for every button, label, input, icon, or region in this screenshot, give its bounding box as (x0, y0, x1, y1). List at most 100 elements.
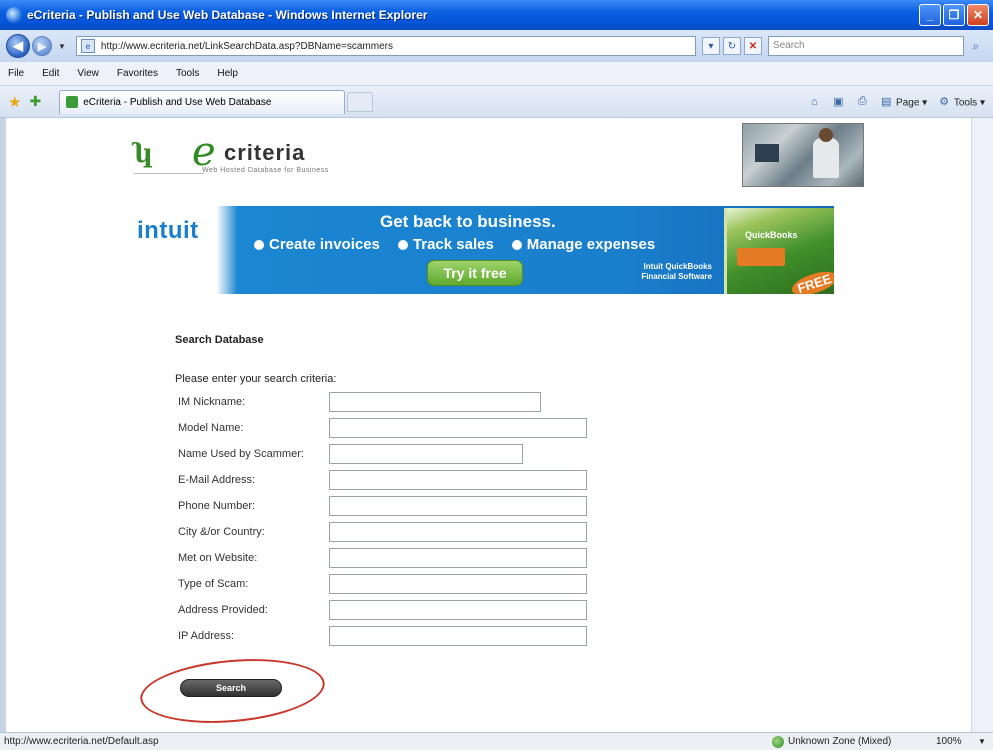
banner-product: Intuit QuickBooks Financial Software (612, 262, 712, 282)
address-dropdown-icon[interactable]: ▾ (701, 37, 720, 55)
forward-button[interactable]: ▶ (32, 36, 52, 56)
maximize-button[interactable]: ❐ (943, 4, 965, 26)
tab-bar: ★ ✚ eCriteria - Publish and Use Web Data… (0, 86, 993, 118)
photo-head (819, 128, 833, 142)
field-label: Name Used by Scammer: (178, 448, 304, 460)
address-tools: ▾ ↻ ✕ (701, 37, 762, 55)
phone-field[interactable] (329, 496, 587, 516)
close-button[interactable]: ✕ (967, 4, 989, 26)
free-badge: FREE (789, 267, 834, 294)
photo-person (813, 138, 839, 178)
field-label: IP Address: (178, 630, 235, 642)
model-name-field[interactable] (329, 418, 587, 438)
home-icon[interactable]: ⌂ (807, 95, 821, 109)
page-menu-label: Page (896, 97, 920, 108)
menu-bar: File Edit View Favorites Tools Help (0, 62, 993, 86)
im-nickname-field[interactable] (329, 392, 541, 412)
intuit-logo: intuit (137, 217, 199, 244)
address-toolbar: ◀ ▶ ▼ e http://www.ecriteria.net/LinkSea… (0, 30, 993, 62)
field-label: E-Mail Address: (178, 474, 256, 486)
field-label: Model Name: (178, 422, 244, 434)
address-field[interactable]: e http://www.ecriteria.net/LinkSearchDat… (75, 36, 696, 56)
form-intro: Please enter your search criteria: (175, 373, 337, 385)
status-link: http://www.ecriteria.net/Default.asp (4, 736, 159, 747)
menu-edit[interactable]: Edit (33, 68, 68, 79)
back-button[interactable]: ◀ (6, 34, 30, 58)
menu-view[interactable]: View (68, 68, 108, 79)
window-titlebar: eCriteria - Publish and Use Web Database… (0, 0, 993, 30)
globe-icon (772, 735, 784, 748)
menu-file[interactable]: File (0, 68, 33, 79)
vertical-scrollbar[interactable] (971, 118, 993, 732)
field-label: Met on Website: (178, 552, 258, 564)
scam-type-field[interactable] (329, 574, 587, 594)
internet-explorer-icon (6, 7, 22, 23)
refresh-icon[interactable]: ↻ (722, 37, 741, 55)
history-dropdown-icon[interactable]: ▼ (58, 42, 66, 51)
address-provided-field[interactable] (329, 600, 587, 620)
add-favorites-icon[interactable]: ✚ (29, 93, 41, 110)
feature-label: Track sales (412, 236, 494, 253)
field-label: Phone Number: (178, 500, 256, 512)
page-menu[interactable]: ▤ Page ▾ (879, 95, 927, 109)
menu-help[interactable]: Help (208, 68, 247, 79)
minimize-button[interactable]: _ (919, 4, 941, 26)
logo-divider (134, 173, 204, 174)
logo-tagline: Web Hosted Database for Business (202, 167, 329, 174)
address-url: http://www.ecriteria.net/LinkSearchData.… (100, 40, 393, 52)
city-country-field[interactable] (329, 522, 587, 542)
site-favicon-icon (66, 96, 79, 108)
new-tab-button[interactable] (347, 91, 374, 112)
scammer-name-field[interactable] (329, 444, 523, 464)
field-label: IM Nickname: (178, 396, 246, 408)
zoom-level[interactable]: 100% (936, 736, 962, 747)
stop-icon[interactable]: ✕ (743, 37, 762, 55)
security-zone[interactable]: Unknown Zone (Mixed) (772, 735, 892, 748)
tools-menu-label: Tools (953, 97, 978, 108)
ip-address-field[interactable] (329, 626, 587, 646)
quickbooks-box-image: QuickBooks FREE (724, 208, 834, 294)
box-label: QuickBooks (745, 230, 798, 240)
tab-ecriteria[interactable]: eCriteria - Publish and Use Web Database (59, 89, 346, 114)
banner-feature: Manage expenses (511, 236, 656, 253)
box-tag (737, 248, 785, 266)
feature-label: Manage expenses (526, 236, 656, 253)
page-icon: ▤ (881, 96, 892, 108)
print-icon[interactable]: ⎙ (855, 95, 869, 109)
field-label: Address Provided: (178, 604, 268, 616)
logo-text: criteria (224, 140, 306, 165)
command-bar: ⌂ ▣ ⎙ ▤ Page ▾ ⚙ Tools ▾ (807, 95, 985, 109)
window-controls: _ ❐ ✕ (919, 4, 989, 26)
banner-feature: Track sales (397, 236, 494, 253)
quickbooks-ad-banner[interactable]: intuit Get back to business. Create invo… (124, 206, 834, 294)
page-icon: e (80, 39, 95, 53)
banner-headline: Get back to business. (380, 212, 556, 231)
product-line: Intuit QuickBooks (643, 262, 712, 271)
bullet-icon (511, 239, 522, 250)
field-label: City &/or Country: (178, 526, 265, 538)
website-field[interactable] (329, 548, 587, 568)
menu-tools[interactable]: Tools (167, 68, 208, 79)
try-it-free-button[interactable]: Try it free (427, 260, 523, 286)
zoom-dropdown-icon[interactable]: ▼ (978, 737, 986, 746)
menu-favorites[interactable]: Favorites (108, 68, 167, 79)
zone-label: Unknown Zone (Mixed) (788, 736, 892, 747)
logo-mark-icon: ʮ (134, 139, 150, 169)
email-field[interactable] (329, 470, 587, 490)
status-bar: http://www.ecriteria.net/Default.asp Unk… (0, 732, 993, 750)
feature-label: Create invoices (269, 236, 380, 253)
search-icon[interactable]: ⌕ (966, 36, 986, 56)
window-title: eCriteria - Publish and Use Web Database… (27, 8, 428, 22)
tab-label: eCriteria - Publish and Use Web Database (83, 96, 272, 108)
favorites-star-icon[interactable]: ★ (8, 93, 21, 111)
feeds-icon[interactable]: ▣ (831, 95, 845, 109)
tools-menu[interactable]: ⚙ Tools ▾ (937, 95, 985, 109)
form-title: Search Database (175, 334, 264, 346)
field-label: Type of Scam: (178, 578, 249, 590)
photo-monitor (755, 144, 779, 162)
product-line: Financial Software (641, 272, 712, 281)
bullet-icon (254, 239, 264, 250)
ecriteria-logo[interactable]: ʮ e criteria Web Hosted Database for Bus… (134, 129, 424, 187)
search-button[interactable]: Search (180, 679, 282, 697)
search-input[interactable]: Search (767, 36, 964, 56)
